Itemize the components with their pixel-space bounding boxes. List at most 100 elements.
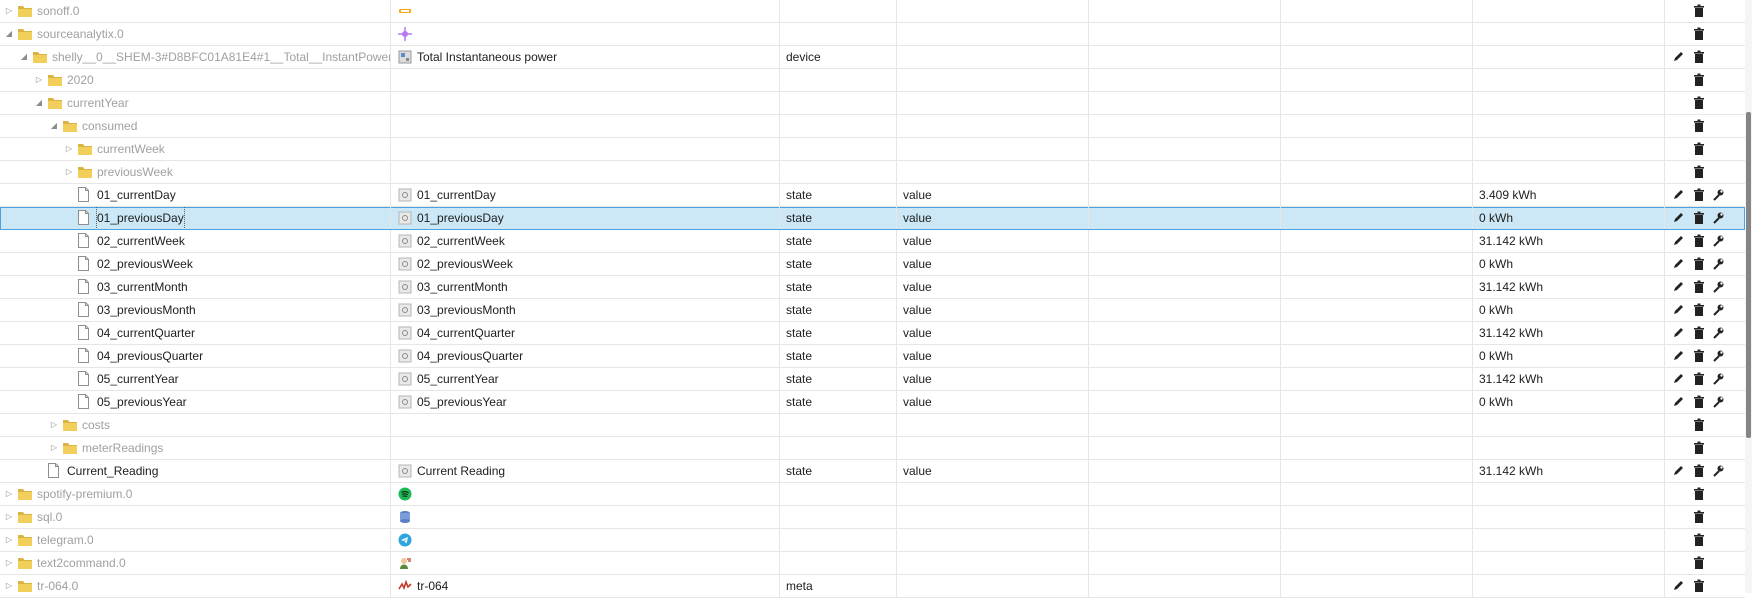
value-cell[interactable] (1474, 23, 1665, 45)
id-cell[interactable]: ▷ costs (0, 414, 391, 436)
tree-row[interactable]: ◢ shelly__0__SHEM-3#D8BFC01A81E4#1__Total… (0, 46, 1745, 69)
id-cell[interactable]: ▷ tr-064.0 (0, 575, 391, 597)
value-cell[interactable] (1474, 575, 1665, 597)
tree-row[interactable]: 03_currentMonth 03_currentMonth state value… (0, 276, 1745, 299)
expand-toggle-icon[interactable]: ▷ (4, 552, 14, 574)
delete-button[interactable] (1692, 579, 1706, 593)
delete-button[interactable] (1692, 533, 1706, 547)
expand-toggle-icon[interactable]: ▷ (4, 575, 14, 597)
value-cell[interactable] (1474, 0, 1665, 22)
expand-toggle-icon[interactable]: ▷ (4, 506, 14, 528)
edit-button[interactable] (1672, 303, 1686, 317)
tree-row[interactable]: ▷ 2020 (0, 69, 1745, 92)
delete-button[interactable] (1692, 234, 1706, 248)
tree-row[interactable]: ▷ previousWeek (0, 161, 1745, 184)
settings-button[interactable] (1711, 372, 1725, 386)
tree-row[interactable]: ▷ meterReadings (0, 437, 1745, 460)
delete-button[interactable] (1692, 142, 1706, 156)
value-cell[interactable] (1474, 161, 1665, 183)
delete-button[interactable] (1692, 326, 1706, 340)
tree-row[interactable]: 04_currentQuarter 04_currentQuarter state v… (0, 322, 1745, 345)
collapse-toggle-icon[interactable]: ◢ (4, 23, 14, 45)
value-cell[interactable] (1474, 414, 1665, 436)
id-cell[interactable]: ◢ consumed (0, 115, 391, 137)
value-cell[interactable] (1474, 506, 1665, 528)
id-cell[interactable]: ▷ 2020 (0, 69, 391, 91)
expand-toggle-icon[interactable]: ▷ (4, 0, 14, 22)
delete-button[interactable] (1692, 188, 1706, 202)
value-cell[interactable]: 0 kWh (1474, 345, 1665, 367)
value-cell[interactable] (1474, 69, 1665, 91)
edit-button[interactable] (1672, 349, 1686, 363)
value-cell[interactable] (1474, 552, 1665, 574)
value-cell[interactable]: 3.409 kWh (1474, 184, 1665, 206)
delete-button[interactable] (1692, 73, 1706, 87)
expand-toggle-icon[interactable]: ▷ (4, 483, 14, 505)
tree-row[interactable]: 03_previousMonth 03_previousMonth state val… (0, 299, 1745, 322)
id-cell[interactable]: ▷ spotify-premium.0 (0, 483, 391, 505)
edit-button[interactable] (1672, 50, 1686, 64)
value-cell[interactable]: 31.142 kWh (1474, 322, 1665, 344)
tree-row[interactable]: ▷ sql.0 (0, 506, 1745, 529)
delete-button[interactable] (1692, 487, 1706, 501)
delete-button[interactable] (1692, 464, 1706, 478)
collapse-toggle-icon[interactable]: ◢ (19, 46, 29, 68)
delete-button[interactable] (1692, 50, 1706, 64)
edit-button[interactable] (1672, 188, 1686, 202)
tree-row[interactable]: ▷ text2command.0 (0, 552, 1745, 575)
tree-row[interactable]: ◢ consumed (0, 115, 1745, 138)
id-cell[interactable]: ◢ shelly__0__SHEM-3#D8BFC01A81E4#1__Total… (0, 46, 391, 68)
delete-button[interactable] (1692, 441, 1706, 455)
delete-button[interactable] (1692, 395, 1706, 409)
delete-button[interactable] (1692, 257, 1706, 271)
settings-button[interactable] (1711, 326, 1725, 340)
id-cell[interactable]: 05_currentYear (0, 368, 391, 390)
id-cell[interactable]: 01_previousDay (0, 207, 391, 229)
expand-toggle-icon[interactable]: ▷ (64, 161, 74, 183)
edit-button[interactable] (1672, 280, 1686, 294)
delete-button[interactable] (1692, 349, 1706, 363)
tree-row[interactable]: 02_previousWeek 02_previousWeek state value… (0, 253, 1745, 276)
value-cell[interactable] (1474, 437, 1665, 459)
tree-row[interactable]: ▷ tr-064.0 tr-064 meta (0, 575, 1745, 598)
edit-button[interactable] (1672, 372, 1686, 386)
edit-button[interactable] (1672, 211, 1686, 225)
id-cell[interactable]: 05_previousYear (0, 391, 391, 413)
tree-row[interactable]: ▷ currentWeek (0, 138, 1745, 161)
id-cell[interactable]: ▷ telegram.0 (0, 529, 391, 551)
id-cell[interactable]: 03_currentMonth (0, 276, 391, 298)
id-cell[interactable]: ▷ currentWeek (0, 138, 391, 160)
delete-button[interactable] (1692, 119, 1706, 133)
settings-button[interactable] (1711, 464, 1725, 478)
tree-row[interactable]: Current_Reading Current Reading state value… (0, 460, 1745, 483)
expand-toggle-icon[interactable]: ▷ (4, 529, 14, 551)
edit-button[interactable] (1672, 579, 1686, 593)
id-cell[interactable]: 02_currentWeek (0, 230, 391, 252)
settings-button[interactable] (1711, 349, 1725, 363)
scrollbar-thumb[interactable] (1746, 112, 1751, 438)
id-cell[interactable]: ▷ sonoff.0 (0, 0, 391, 22)
tree-row[interactable]: ◢ sourceanalytix.0 (0, 23, 1745, 46)
tree-row[interactable]: 01_currentDay 01_currentDay state value 3.40… (0, 184, 1745, 207)
value-cell[interactable]: 0 kWh (1474, 207, 1665, 229)
value-cell[interactable] (1474, 483, 1665, 505)
settings-button[interactable] (1711, 395, 1725, 409)
value-cell[interactable]: 31.142 kWh (1474, 230, 1665, 252)
edit-button[interactable] (1672, 464, 1686, 478)
expand-toggle-icon[interactable]: ▷ (34, 69, 44, 91)
id-cell[interactable]: ▷ meterReadings (0, 437, 391, 459)
delete-button[interactable] (1692, 96, 1706, 110)
settings-button[interactable] (1711, 257, 1725, 271)
value-cell[interactable]: 0 kWh (1474, 253, 1665, 275)
id-cell[interactable]: ▷ text2command.0 (0, 552, 391, 574)
id-cell[interactable]: Current_Reading (0, 460, 391, 482)
value-cell[interactable]: 0 kWh (1474, 391, 1665, 413)
delete-button[interactable] (1692, 211, 1706, 225)
value-cell[interactable] (1474, 529, 1665, 551)
delete-button[interactable] (1692, 510, 1706, 524)
tree-row[interactable]: 04_previousQuarter 04_previousQuarter stat… (0, 345, 1745, 368)
delete-button[interactable] (1692, 280, 1706, 294)
id-cell[interactable]: ◢ currentYear (0, 92, 391, 114)
collapse-toggle-icon[interactable]: ◢ (34, 92, 44, 114)
delete-button[interactable] (1692, 4, 1706, 18)
